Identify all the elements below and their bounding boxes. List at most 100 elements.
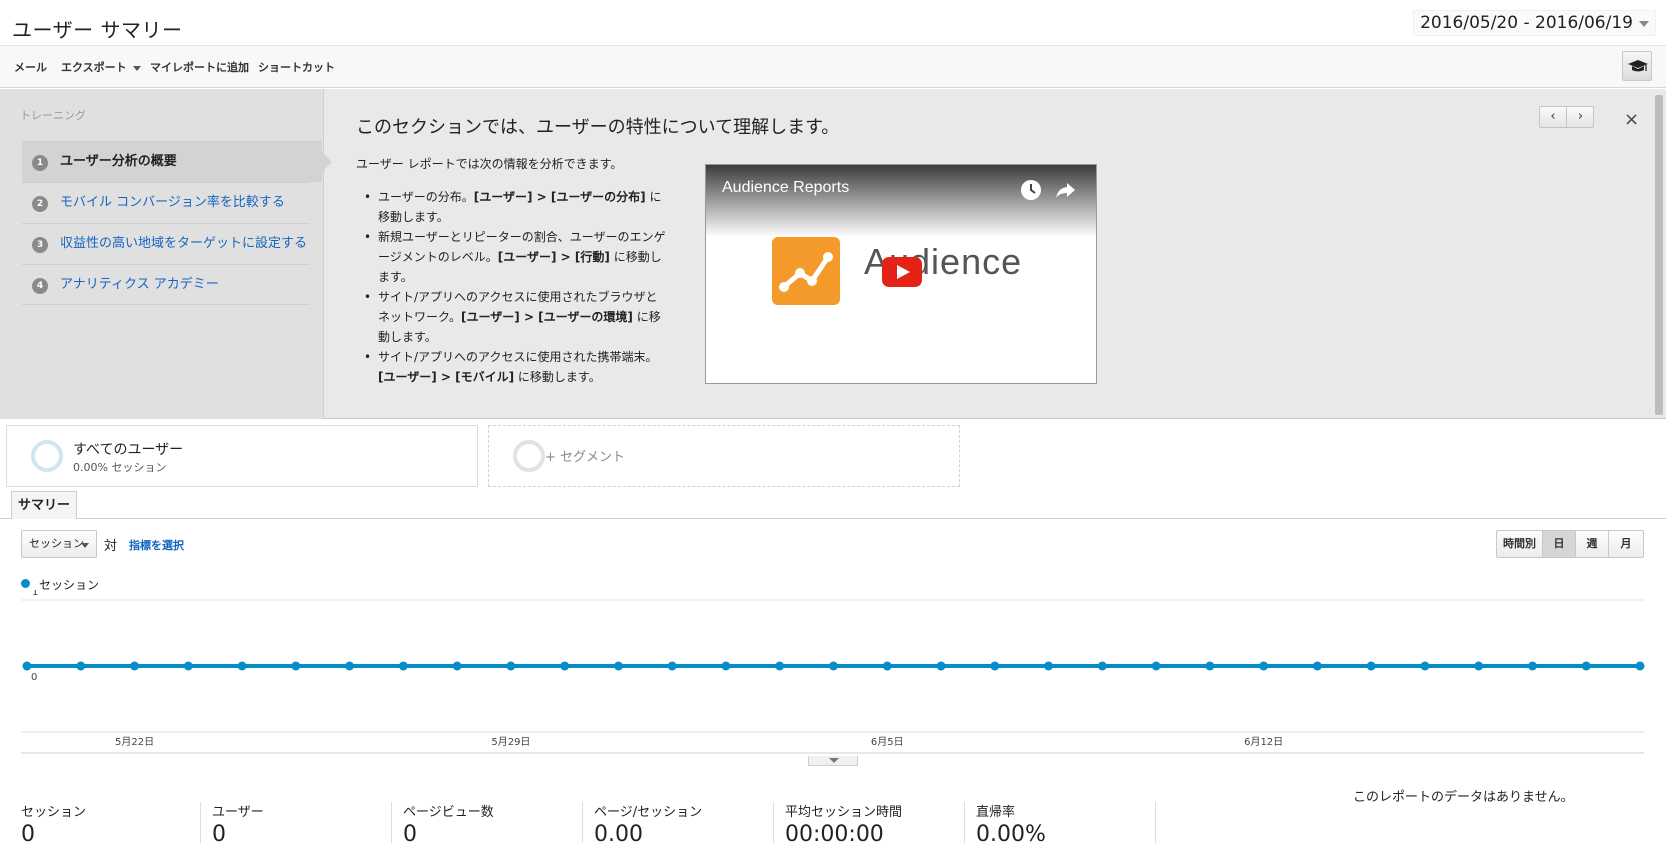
data-point xyxy=(936,661,946,671)
data-point xyxy=(667,661,677,671)
next-button[interactable]: › xyxy=(1567,107,1594,127)
step-number: 1 xyxy=(32,155,48,171)
x-tick-label: 5月29日 xyxy=(491,736,530,748)
x-tick-label: 5月22日 xyxy=(115,736,154,748)
metric-select-value: セッション xyxy=(29,537,84,550)
x-tick-label: 6月12日 xyxy=(1244,736,1283,748)
y-tick-label: 0 xyxy=(31,672,37,683)
data-point xyxy=(775,661,785,671)
data-point xyxy=(452,661,462,671)
add-to-dashboard-button[interactable]: マイレポートに追加 xyxy=(150,59,249,75)
shortcut-button[interactable]: ショートカット xyxy=(258,59,335,75)
divider xyxy=(1155,802,1156,843)
granularity-week-button[interactable]: 週 xyxy=(1576,531,1609,557)
step-label: 収益性の高い地域をターゲットに設定する xyxy=(60,236,308,251)
granularity-toggle: 時間別 日 週 月 xyxy=(1496,530,1644,558)
granularity-day-button[interactable]: 日 xyxy=(1543,531,1576,557)
versus-label: 対 xyxy=(104,539,118,554)
play-icon[interactable] xyxy=(882,257,922,287)
bullet-text: サイト/アプリへのアクセスに使用された携帯端末。 xyxy=(378,350,658,364)
previous-button[interactable]: ‹ xyxy=(1540,107,1567,127)
granularity-month-button[interactable]: 月 xyxy=(1609,531,1643,557)
data-point xyxy=(76,661,86,671)
segment-ring-icon xyxy=(31,440,63,472)
training-intro: ユーザー レポートでは次の情報を分析できます。 xyxy=(356,157,623,171)
legend-swatch xyxy=(21,579,30,588)
training-step-1[interactable]: 1 ユーザー分析の概要 xyxy=(22,141,332,182)
x-tick-label: 6月5日 xyxy=(871,736,904,748)
data-point xyxy=(1366,661,1376,671)
divider xyxy=(773,802,774,843)
sessions-line-chart: 1 0 5月22日 5月29日 6月5日 6月12日 xyxy=(21,590,1645,754)
email-button[interactable]: メール xyxy=(14,59,47,75)
data-point xyxy=(22,661,32,671)
divider xyxy=(964,802,965,843)
share-icon[interactable] xyxy=(1054,179,1076,201)
training-label: トレーニング xyxy=(20,109,86,122)
data-point xyxy=(1205,661,1215,671)
granularity-hourly-button[interactable]: 時間別 xyxy=(1497,531,1543,557)
page-header: ユーザー サマリー 2016/05/20 - 2016/06/19 xyxy=(0,0,1666,46)
data-point xyxy=(506,661,516,671)
data-point xyxy=(560,661,570,671)
step-number: 4 xyxy=(32,278,48,294)
collapse-chart-button[interactable] xyxy=(808,756,858,766)
report-toolbar: メール エクスポート マイレポートに追加 ショートカット xyxy=(0,46,1666,88)
list-item: サイト/アプリへのアクセスに使用されたブラウザとネットワーク。[ユーザー] > … xyxy=(364,287,668,347)
watch-later-icon[interactable] xyxy=(1020,179,1042,201)
y-tick-label: 1 xyxy=(32,590,38,598)
segment-ring-icon xyxy=(513,440,545,472)
divider xyxy=(200,802,201,843)
date-range-picker[interactable]: 2016/05/20 - 2016/06/19 xyxy=(1413,10,1656,36)
training-step-2[interactable]: 2 モバイル コンバージョン率を比較する xyxy=(22,182,310,223)
divider xyxy=(582,802,583,843)
data-point xyxy=(1312,661,1322,671)
select-metric-link[interactable]: 指標を選択 xyxy=(129,537,184,553)
stat-pages-per-session: ページ/セッション 0.00 xyxy=(594,801,784,843)
list-item: サイト/アプリへのアクセスに使用された携帯端末。[ユーザー] > [モバイル] … xyxy=(364,347,668,387)
stat-value: 00:00:00 xyxy=(785,822,884,843)
data-point xyxy=(1474,661,1484,671)
data-point xyxy=(1151,661,1161,671)
stat-label: ユーザー xyxy=(212,805,264,820)
data-point xyxy=(1044,661,1054,671)
scrollbar[interactable] xyxy=(1655,95,1663,415)
training-toggle-button[interactable] xyxy=(1622,51,1652,81)
training-step-4[interactable]: 4 アナリティクス アカデミー xyxy=(22,264,310,305)
metric-select[interactable]: セッション xyxy=(21,530,97,558)
stat-label: 平均セッション時間 xyxy=(785,805,903,820)
step-label: ユーザー分析の概要 xyxy=(60,154,177,169)
video-player[interactable]: Audience Audience Reports xyxy=(705,164,1097,384)
data-point xyxy=(1259,661,1269,671)
bullet-text: ユーザーの分布。 xyxy=(378,190,474,204)
segment-all-users[interactable]: すべてのユーザー 0.00% セッション xyxy=(6,425,478,487)
date-range-label: 2016/05/20 - 2016/06/19 xyxy=(1420,13,1633,33)
bullet-path: [ユーザー] > [モバイル] xyxy=(378,370,515,384)
tab-summary[interactable]: サマリー xyxy=(11,491,77,519)
chevron-down-icon xyxy=(1639,21,1649,27)
data-point xyxy=(398,661,408,671)
stat-label: 直帰率 xyxy=(976,805,1016,820)
bullet-path: [ユーザー] > [ユーザーの分布] xyxy=(473,190,646,204)
training-pager: ‹ › xyxy=(1539,106,1594,128)
segment-name: すべてのユーザー xyxy=(73,442,184,458)
chevron-down-icon xyxy=(132,65,141,71)
analytics-logo-icon xyxy=(772,237,840,305)
step-number: 2 xyxy=(32,196,48,212)
no-data-message: このレポートのデータはありません。 xyxy=(1353,790,1574,805)
stat-avg-session-duration: 平均セッション時間 00:00:00 xyxy=(785,801,975,843)
add-segment-label: + セグメント xyxy=(545,450,626,465)
divider xyxy=(391,802,392,843)
training-step-3[interactable]: 3 収益性の高い地域をターゲットに設定する xyxy=(22,223,310,264)
bullet-tail: に移動します。 xyxy=(514,370,601,384)
segment-share: 0.00% セッション xyxy=(73,461,167,474)
page-title: ユーザー サマリー xyxy=(12,18,183,42)
data-point xyxy=(345,661,355,671)
data-point xyxy=(990,661,1000,671)
data-point xyxy=(1097,661,1107,671)
close-icon[interactable]: × xyxy=(1624,111,1639,129)
data-point xyxy=(1581,661,1591,671)
export-button[interactable]: エクスポート xyxy=(61,59,141,75)
video-title[interactable]: Audience Reports xyxy=(722,179,849,197)
add-segment-button[interactable]: + セグメント xyxy=(488,425,960,487)
